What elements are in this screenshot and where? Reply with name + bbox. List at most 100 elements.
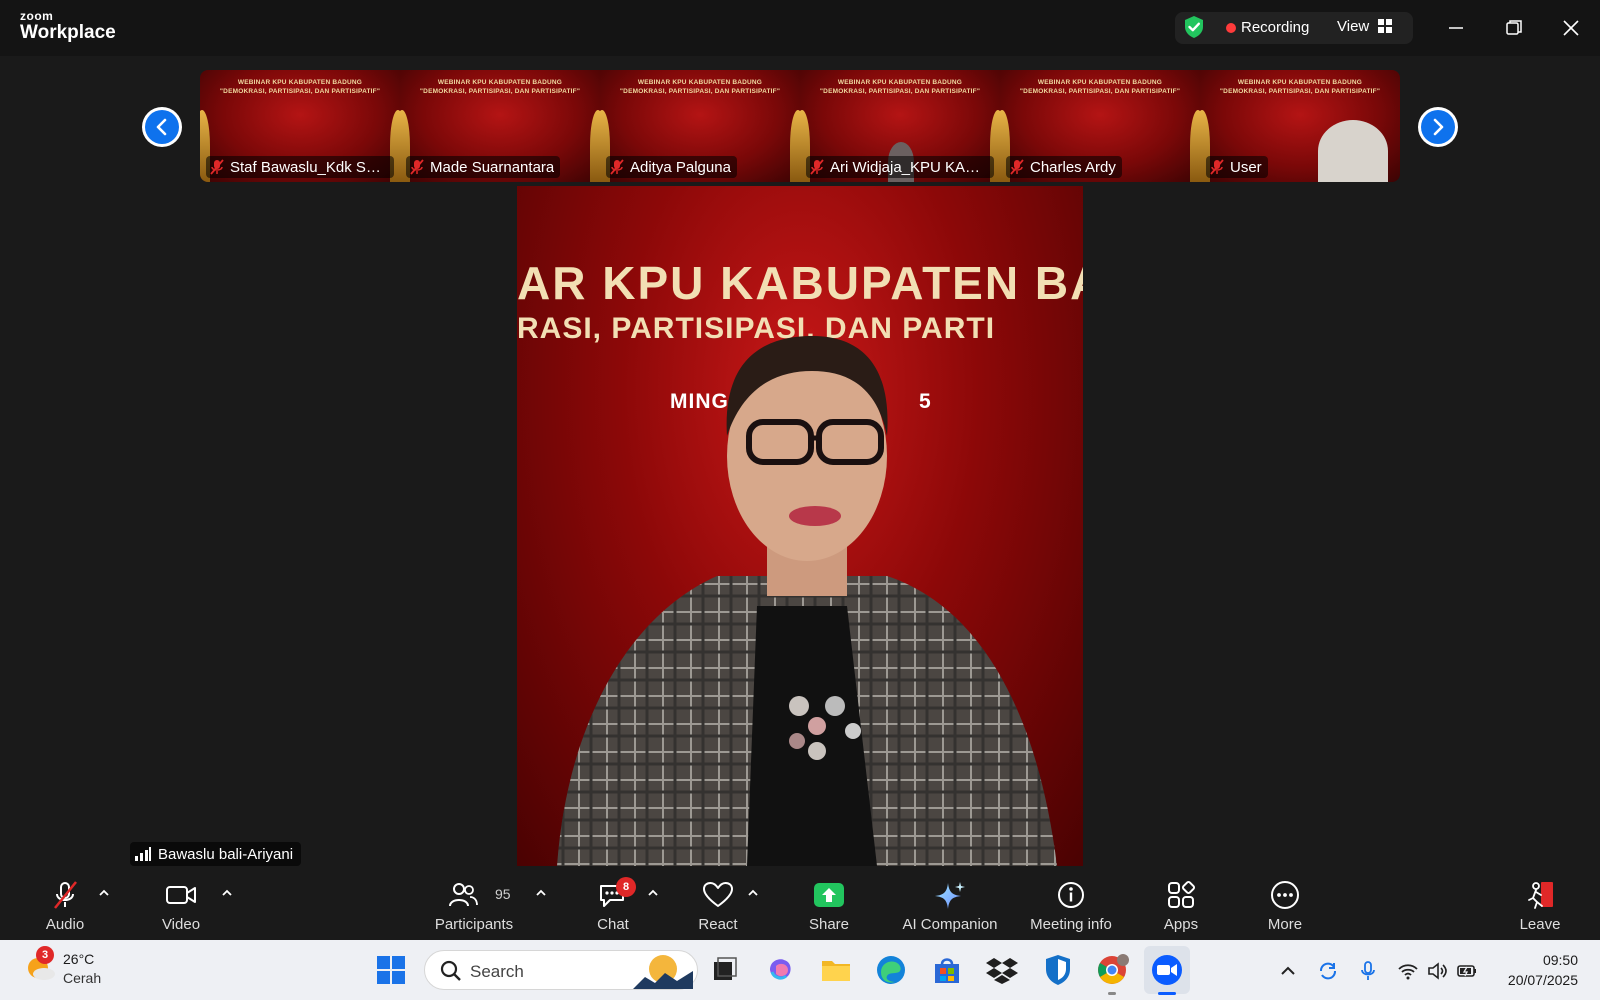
microsoft-store-icon[interactable]	[929, 952, 965, 988]
wifi-icon[interactable]	[1397, 960, 1419, 982]
thumbnail-banner: WEBINAR KPU KABUPATEN BADUNG "DEMOKRASI, …	[400, 78, 600, 96]
participant-thumbnail[interactable]: WEBINAR KPU KABUPATEN BADUNG "DEMOKRASI, …	[1000, 70, 1200, 182]
chat-unread-badge: 8	[616, 877, 636, 897]
leave-button[interactable]: Leave	[1505, 866, 1575, 940]
copilot-icon[interactable]	[762, 952, 798, 988]
previous-page-button[interactable]	[142, 107, 182, 147]
file-explorer-icon[interactable]	[818, 952, 854, 988]
video-button[interactable]: Video	[146, 866, 216, 940]
sync-icon[interactable]	[1317, 960, 1339, 982]
muted-mic-icon	[1010, 159, 1024, 175]
view-grid-icon[interactable]	[1378, 19, 1392, 33]
react-options-caret-icon[interactable]	[746, 886, 760, 900]
muted-microphone-icon	[54, 881, 77, 909]
taskbar-clock[interactable]: 09:50 20/07/2025	[1508, 950, 1578, 990]
more-button[interactable]: More	[1250, 866, 1320, 940]
info-icon	[1058, 882, 1084, 908]
audio-options-caret-icon[interactable]	[97, 886, 111, 900]
participants-icon	[448, 883, 478, 907]
chat-options-caret-icon[interactable]	[646, 886, 660, 900]
chevron-left-icon	[156, 118, 167, 136]
leave-label: Leave	[1519, 916, 1561, 933]
encryption-shield-icon[interactable]	[1183, 15, 1205, 39]
react-button[interactable]: React	[683, 866, 753, 940]
task-view-icon[interactable]	[706, 952, 742, 988]
thumbnail-banner: WEBINAR KPU KABUPATEN BADUNG "DEMOKRASI, …	[1000, 78, 1200, 96]
thumbnail-banner: WEBINAR KPU KABUPATEN BADUNG "DEMOKRASI, …	[600, 78, 800, 96]
apps-button[interactable]: Apps	[1146, 866, 1216, 940]
speaker-volume-icon[interactable]	[1426, 960, 1448, 982]
clock-time: 09:50	[1542, 952, 1578, 968]
participant-thumbnail[interactable]: WEBINAR KPU KABUPATEN BADUNG "DEMOKRASI, …	[600, 70, 800, 182]
weather-condition: Cerah	[63, 970, 102, 986]
windows-start-icon[interactable]	[373, 952, 409, 988]
participants-button[interactable]: Participants	[428, 866, 520, 940]
chrome-browser-icon[interactable]	[1094, 952, 1130, 988]
taskbar-search-input[interactable]: Search	[424, 950, 698, 990]
thumbnail-banner: WEBINAR KPU KABUPATEN BADUNG "DEMOKRASI, …	[800, 78, 1000, 96]
battery-charging-icon[interactable]	[1456, 960, 1478, 982]
weather-temperature: 26°C	[63, 951, 95, 967]
video-options-caret-icon[interactable]	[220, 886, 234, 900]
active-speaker-video[interactable]: AR KPU KABUPATEN BA RASI, PARTISIPASI, D…	[517, 186, 1083, 866]
windows-taskbar: 3 26°C Cerah Search 09:50 20/07/2025	[0, 940, 1600, 1000]
muted-mic-icon	[210, 159, 224, 175]
restore-icon[interactable]	[1500, 14, 1528, 42]
edge-browser-icon[interactable]	[873, 952, 909, 988]
bitwarden-shield-icon[interactable]	[1040, 952, 1076, 988]
banner-line2: "DEMOKRASI, PARTISIPASI, DAN PARTISIPATI…	[1219, 88, 1381, 95]
thumbnail-banner: WEBINAR KPU KABUPATEN BADUNG "DEMOKRASI, …	[1200, 78, 1400, 96]
active-speaker-name-tag: Bawaslu bali-Ariyani	[130, 842, 302, 866]
recording-dot-icon	[1226, 23, 1236, 33]
weather-widget[interactable]: 3 26°C Cerah	[24, 946, 101, 989]
chat-button[interactable]: Chat	[578, 866, 648, 940]
meeting-info-button[interactable]: Meeting info	[1021, 866, 1121, 940]
logo-zoom-text: zoom	[20, 9, 54, 23]
apps-icon	[1168, 880, 1196, 908]
active-speaker-name: Bawaslu bali-Ariyani	[158, 845, 294, 863]
meeting-toolbar: Audio Video Participants 95 Chat 8 React…	[0, 866, 1600, 940]
zoom-active-indicator	[1158, 992, 1176, 995]
participant-video-person	[1318, 120, 1388, 182]
signal-strength-icon	[135, 847, 151, 861]
chrome-running-indicator	[1108, 992, 1116, 995]
participant-thumbnail[interactable]: WEBINAR KPU KABUPATEN BADUNG "DEMOKRASI, …	[400, 70, 600, 182]
zoom-app-icon[interactable]	[1149, 952, 1185, 988]
more-label: More	[1267, 916, 1303, 933]
banner-line1: WEBINAR KPU KABUPATEN BADUNG	[237, 79, 363, 86]
thumbnail-banner: WEBINAR KPU KABUPATEN BADUNG "DEMOKRASI, …	[200, 78, 400, 96]
video-label: Video	[161, 916, 201, 933]
participant-name: Charles Ardy	[1030, 158, 1116, 176]
close-icon[interactable]	[1557, 14, 1585, 42]
search-icon	[440, 960, 461, 981]
audio-button[interactable]: Audio	[30, 866, 100, 940]
audio-label: Audio	[45, 916, 85, 933]
participant-thumbnail[interactable]: WEBINAR KPU KABUPATEN BADUNG "DEMOKRASI, …	[1200, 70, 1400, 182]
participant-name: Staf Bawaslu_Kdk Suar...	[230, 158, 388, 176]
banner-line2: "DEMOKRASI, PARTISIPASI, DAN PARTISIPATI…	[1019, 88, 1181, 95]
participant-count: 95	[495, 886, 511, 902]
search-placeholder: Search	[470, 962, 524, 981]
minimize-icon[interactable]	[1442, 14, 1470, 42]
banner-line1: WEBINAR KPU KABUPATEN BADUNG	[837, 79, 963, 86]
ai-companion-button[interactable]: AI Companion	[892, 866, 1008, 940]
muted-mic-icon	[610, 159, 624, 175]
participant-thumbnail[interactable]: WEBINAR KPU KABUPATEN BADUNG "DEMOKRASI, …	[800, 70, 1000, 182]
next-page-button[interactable]	[1418, 107, 1458, 147]
dropbox-icon[interactable]	[984, 952, 1020, 988]
participant-thumbnail[interactable]: WEBINAR KPU KABUPATEN BADUNG "DEMOKRASI, …	[200, 70, 400, 182]
speaker-figure	[557, 336, 1057, 866]
share-label: Share	[808, 916, 850, 933]
banner-line1: WEBINAR KPU KABUPATEN BADUNG	[437, 79, 563, 86]
view-button[interactable]: View	[1337, 18, 1369, 35]
more-ellipsis-icon	[1271, 881, 1299, 909]
participants-label: Participants	[434, 916, 514, 933]
show-hidden-icons-chevron-icon[interactable]	[1277, 960, 1299, 982]
gold-ornament	[790, 110, 800, 182]
participants-options-caret-icon[interactable]	[534, 886, 548, 900]
share-button[interactable]: Share	[793, 866, 865, 940]
banner-line1: WEBINAR KPU KABUPATEN BADUNG	[1037, 79, 1163, 86]
microphone-tray-icon[interactable]	[1357, 960, 1379, 982]
chat-label: Chat	[597, 916, 629, 933]
recording-label[interactable]: Recording	[1241, 19, 1309, 36]
